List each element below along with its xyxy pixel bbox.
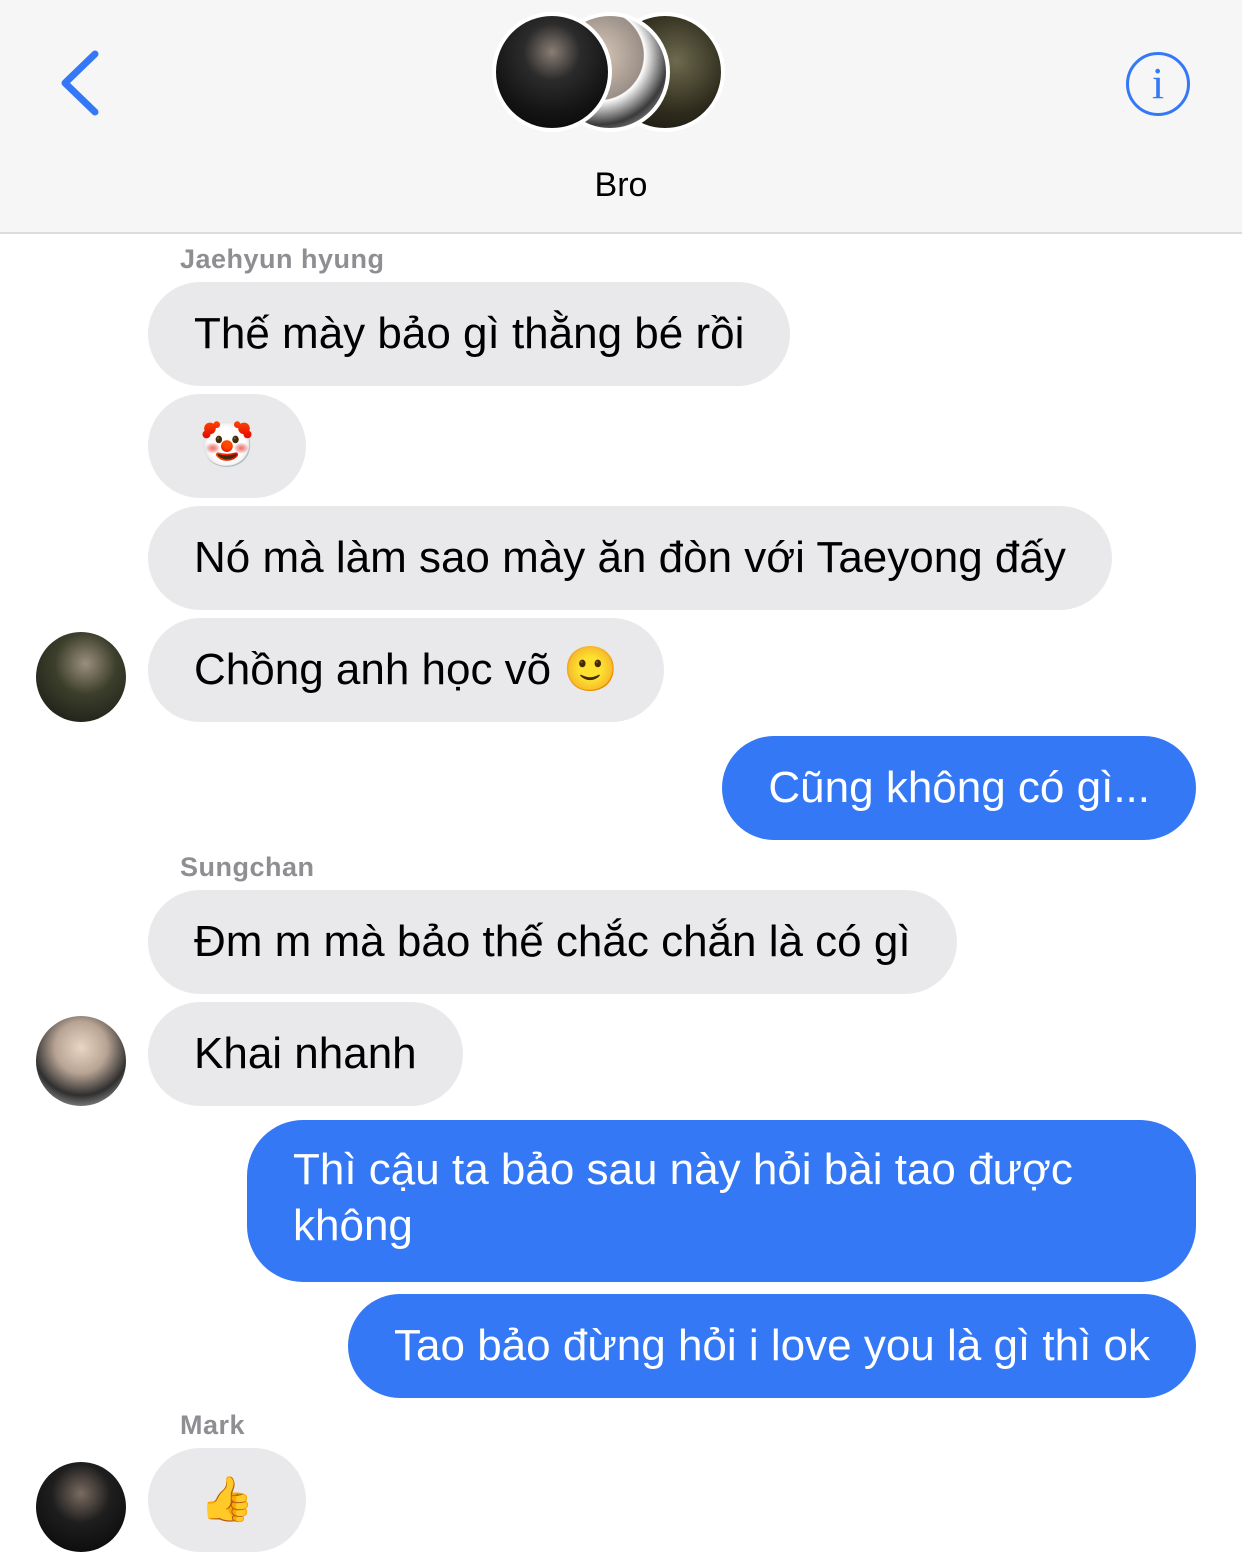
- message-bubble-outgoing[interactable]: Thì cậu ta bảo sau này hỏi bài tao được …: [247, 1120, 1196, 1282]
- avatar[interactable]: [36, 1462, 126, 1552]
- message-bubble-incoming[interactable]: 🤡: [148, 394, 306, 498]
- info-icon[interactable]: i: [1126, 52, 1190, 116]
- message-bubble-incoming[interactable]: Chồng anh học võ 🙂: [148, 618, 665, 722]
- chat-header: Bro i: [0, 0, 1242, 234]
- chevron-left-icon[interactable]: [55, 48, 105, 118]
- sender-name: Sungchan: [180, 852, 315, 882]
- message-bubble-incoming[interactable]: Nó mà làm sao mày ăn đòn với Taeyong đấy: [148, 506, 1112, 610]
- sender-name: Mark: [180, 1410, 246, 1440]
- message-bubble-incoming[interactable]: Thế mày bảo gì thằng bé rồi: [148, 282, 791, 386]
- message-bubble-incoming[interactable]: Đm m mà bảo thế chắc chắn là có gì: [148, 890, 957, 994]
- avatar[interactable]: [36, 632, 126, 722]
- message-bubble-outgoing[interactable]: Cũng không có gì...: [722, 736, 1196, 840]
- group-avatar-1: [492, 12, 612, 132]
- sender-name: Jaehyun hyung: [180, 244, 385, 274]
- conversation-title[interactable]: Bro: [0, 166, 1242, 205]
- avatar[interactable]: [36, 1016, 126, 1106]
- message-bubble-incoming[interactable]: 👍: [148, 1448, 306, 1552]
- message-bubble-incoming[interactable]: Khai nhanh: [148, 1002, 463, 1106]
- message-bubble-outgoing[interactable]: Tao bảo đừng hỏi i love you là gì thì ok: [348, 1294, 1196, 1398]
